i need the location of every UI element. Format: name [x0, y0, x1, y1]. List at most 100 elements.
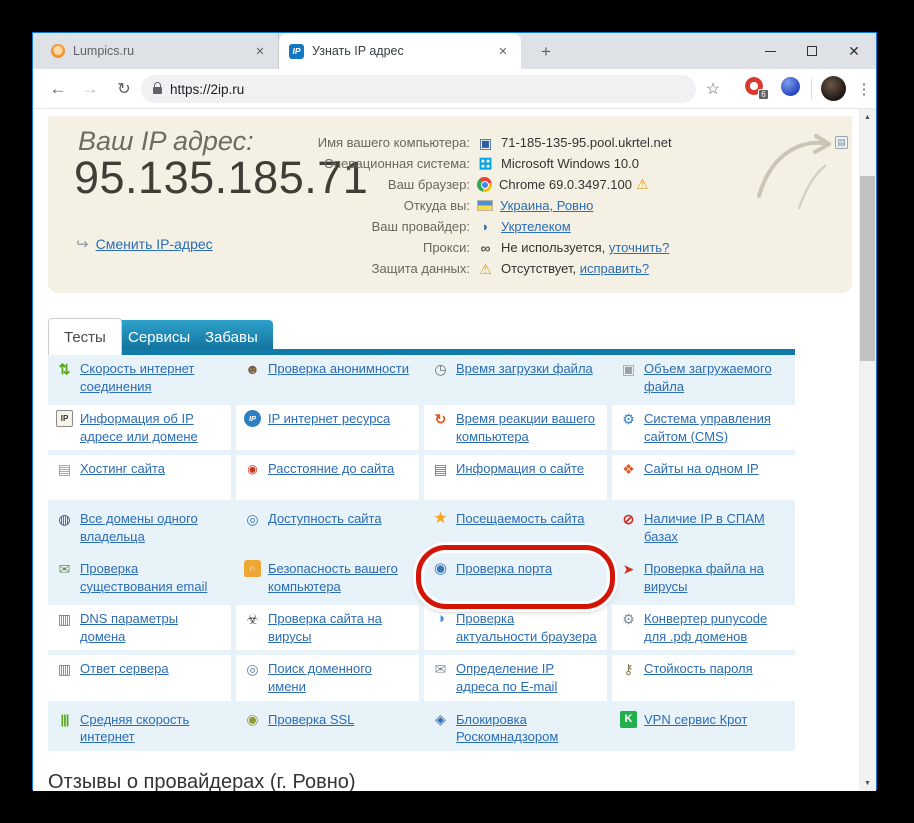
- test-link[interactable]: Расстояние до сайта: [268, 460, 394, 478]
- close-tab-icon[interactable]: ✕: [495, 43, 511, 59]
- browser-tabstrip: Lumpics.ru ✕ IP Узнать IP адрес ✕ + ✕: [33, 33, 876, 69]
- info-row: Ваш браузер:Chrome 69.0.3497.100⚠: [198, 174, 838, 195]
- forward-button[interactable]: →: [77, 76, 103, 102]
- scrollbar[interactable]: ▲ ▼: [859, 109, 876, 791]
- ip-info-icon: IP: [56, 410, 73, 427]
- test-item: ⚙Система управления сайтом (CMS): [612, 405, 795, 450]
- test-link[interactable]: Поиск доменного имени: [268, 660, 411, 695]
- scroll-down-icon[interactable]: ▼: [859, 775, 876, 791]
- screenshot-canvas: Lumpics.ru ✕ IP Узнать IP адрес ✕ + ✕ ← …: [0, 0, 914, 823]
- anonymity-icon: ☻: [244, 360, 261, 377]
- test-link[interactable]: Конвертер punycode для .рф доменов: [644, 610, 787, 645]
- test-item: |||Средняя скорость интернет: [48, 706, 231, 751]
- test-link[interactable]: Информация о сайте: [456, 460, 584, 478]
- test-link[interactable]: Проверка файла на вирусы: [644, 560, 787, 595]
- url-text: https://2ip.ru: [170, 82, 244, 97]
- new-tab-button[interactable]: +: [533, 39, 559, 65]
- test-link[interactable]: Стойкость пароля: [644, 660, 753, 678]
- info-row: Имя вашего компьютера:▣71-185-135-95.poo…: [198, 132, 838, 153]
- test-link[interactable]: Определение IP адреса по E-mail: [456, 660, 599, 695]
- test-link[interactable]: Время загрузки файла: [456, 360, 593, 378]
- test-link[interactable]: Сайты на одном IP: [644, 460, 759, 478]
- availability-icon: ◎: [244, 510, 261, 527]
- test-item: ◷Время загрузки файла: [424, 355, 607, 400]
- test-link[interactable]: Блокировка Роскомнадзором: [456, 711, 599, 746]
- info-link[interactable]: исправить?: [580, 261, 649, 276]
- info-value: Chrome 69.0.3497.100⚠: [499, 176, 649, 193]
- test-link[interactable]: Проверка существования email: [80, 560, 223, 595]
- test-link[interactable]: Скорость интернет соединения: [80, 360, 223, 395]
- test-link[interactable]: Все домены одного владельца: [80, 510, 223, 545]
- profile-avatar[interactable]: [821, 76, 846, 101]
- extension-red-icon[interactable]: 6: [745, 77, 765, 97]
- file-size-icon: ▣: [620, 360, 637, 377]
- test-link[interactable]: DNS параметры домена: [80, 610, 223, 645]
- test-link[interactable]: Ответ сервера: [80, 660, 169, 678]
- scrollbar-thumb[interactable]: [860, 176, 875, 361]
- hosting-icon: ▤: [56, 460, 73, 477]
- email-check-icon: ✉: [56, 560, 73, 577]
- test-link[interactable]: Информация об IP адресе или домене: [80, 410, 223, 445]
- window-close-button[interactable]: ✕: [843, 41, 865, 61]
- info-label: Операционная система:: [198, 156, 470, 171]
- tab-title: Lumpics.ru: [73, 44, 244, 58]
- window-minimize-button[interactable]: [759, 41, 781, 61]
- test-item: KVPN сервис Крот: [612, 706, 795, 751]
- tab-tests[interactable]: Тесты: [48, 318, 122, 355]
- test-item: ◍Все домены одного владельца: [48, 505, 231, 550]
- close-tab-icon[interactable]: ✕: [252, 43, 268, 59]
- dns-icon: ▥: [56, 610, 73, 627]
- test-link[interactable]: Время реакции вашего компьютера: [456, 410, 599, 445]
- info-label: Защита данных:: [198, 261, 470, 276]
- info-row: Защита данных:⚠Отсутствует, исправить?: [198, 258, 838, 279]
- test-link[interactable]: Система управления сайтом (CMS): [644, 410, 787, 445]
- info-link[interactable]: уточнить?: [609, 240, 669, 255]
- info-row: Прокси:∞Не используется, уточнить?: [198, 237, 838, 258]
- info-value: Украина, Ровно: [500, 198, 593, 213]
- test-item: ▣ Объем загружаемого файла: [612, 355, 795, 400]
- scroll-up-icon[interactable]: ▲: [859, 109, 876, 125]
- test-link[interactable]: VPN сервис Крот: [644, 711, 747, 729]
- browser-tab-2ip[interactable]: IP Узнать IP адрес ✕: [279, 33, 521, 69]
- lumpics-favicon-icon: [51, 44, 65, 58]
- change-ip-link-row: ↪ Сменить IP-адрес: [76, 235, 213, 253]
- test-link[interactable]: Объем загружаемого файла: [644, 360, 787, 395]
- test-link[interactable]: Посещаемость сайта: [456, 510, 585, 528]
- test-item: ⊘Наличие IP в СПАМ базах: [612, 505, 795, 550]
- test-item: ◉Расстояние до сайта: [236, 455, 419, 500]
- ip-by-email-icon: ✉: [432, 660, 449, 677]
- test-link[interactable]: Проверка актуальности браузера: [456, 610, 599, 645]
- test-link[interactable]: IP интернет ресурса: [268, 410, 390, 428]
- back-button[interactable]: ←: [45, 76, 71, 102]
- window-maximize-button[interactable]: [801, 41, 823, 61]
- reaction-time-icon: ↻: [432, 410, 449, 427]
- test-link[interactable]: Проверка анонимности: [268, 360, 409, 378]
- security-lock-icon: ∩: [244, 560, 261, 577]
- test-link[interactable]: Хостинг сайта: [80, 460, 165, 478]
- test-item: ☻ Проверка анонимности: [236, 355, 419, 400]
- test-link[interactable]: Безопасность вашего компьютера: [268, 560, 411, 595]
- info-link[interactable]: Украина, Ровно: [500, 198, 593, 213]
- layout-toggle-icon[interactable]: ▤: [835, 136, 848, 149]
- test-link[interactable]: Доступность сайта: [268, 510, 382, 528]
- test-item: ☣Проверка сайта на вирусы: [236, 605, 419, 650]
- reload-button[interactable]: ↻: [111, 76, 137, 102]
- test-item: ◉Проверка SSL: [236, 706, 419, 751]
- change-ip-link[interactable]: Сменить IP-адрес: [96, 236, 213, 252]
- browser-tab-lumpics[interactable]: Lumpics.ru ✕: [41, 33, 279, 69]
- info-value: 71-185-135-95.pool.ukrtel.net: [501, 135, 672, 150]
- test-link[interactable]: Проверка сайта на вирусы: [268, 610, 411, 645]
- address-bar[interactable]: https://2ip.ru: [141, 75, 696, 103]
- bookmark-star-icon[interactable]: ☆: [701, 76, 725, 102]
- test-link[interactable]: Наличие IP в СПАМ базах: [644, 510, 787, 545]
- test-link[interactable]: Проверка SSL: [268, 711, 354, 729]
- info-label: Откуда вы:: [198, 198, 470, 213]
- info-link[interactable]: Укртелеком: [501, 219, 571, 234]
- test-item: ★Посещаемость сайта: [424, 505, 607, 550]
- curved-arrow-decoration: [753, 124, 841, 214]
- extension-globe-icon[interactable]: [781, 77, 800, 96]
- warning-icon: ⚠: [477, 261, 494, 276]
- browser-menu-icon[interactable]: ⋮: [855, 76, 873, 102]
- test-link[interactable]: Средняя скорость интернет: [80, 711, 223, 746]
- test-item: ▥ DNS параметры домена: [48, 605, 231, 650]
